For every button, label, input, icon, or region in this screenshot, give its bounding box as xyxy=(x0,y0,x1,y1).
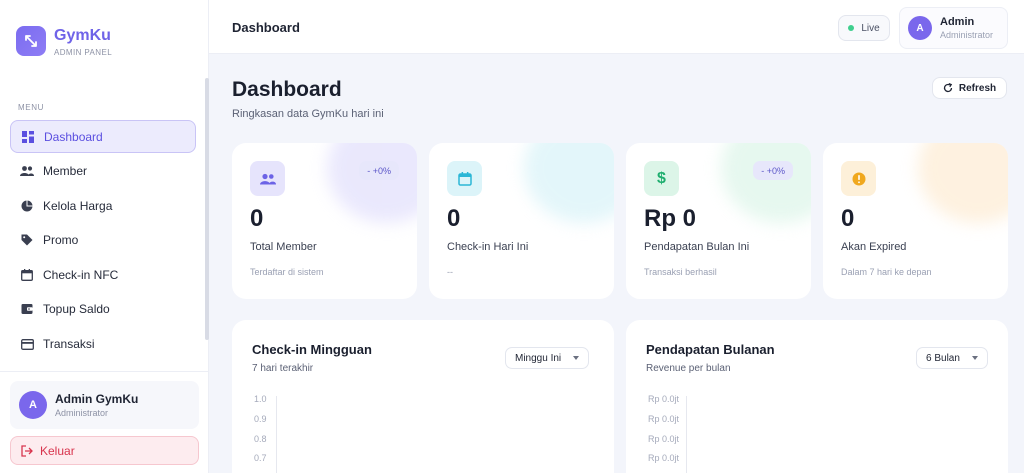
topbar-title: Dashboard xyxy=(232,20,300,35)
refresh-label: Refresh xyxy=(958,82,997,94)
y-tick-label: 1.0 xyxy=(254,394,267,404)
avatar: A xyxy=(908,16,932,40)
sidebar: GymKu ADMIN PANEL MENU Dashboard Member … xyxy=(0,0,209,473)
sidebar-item-label: Kelola Harga xyxy=(43,198,113,213)
stat-value: 0 xyxy=(250,205,264,232)
sidebar-item-label: Member xyxy=(43,164,88,179)
y-tick-label: Rp 0.0jt xyxy=(648,414,680,424)
live-indicator: Live xyxy=(838,15,890,41)
panel-subtitle: 7 hari terakhir xyxy=(252,363,314,374)
sidebar-divider xyxy=(0,371,209,372)
stat-hint: Transaksi berhasil xyxy=(644,267,717,277)
brand-name: GymKu xyxy=(54,27,111,44)
sidebar-item-promo[interactable]: Promo xyxy=(10,224,196,257)
live-dot-icon xyxy=(848,25,855,31)
y-tick-label: 0.9 xyxy=(254,414,267,424)
sidebar-item-label: Dashboard xyxy=(44,129,103,144)
trend-badge: - +0% xyxy=(359,161,399,180)
y-tick-label: Rp 0.0jt xyxy=(648,394,680,404)
sidebar-item-label: Check-in NFC xyxy=(43,267,119,282)
sidebar-item-kelola-harga[interactable]: Kelola Harga xyxy=(10,189,196,222)
wallet-icon xyxy=(20,302,34,316)
card-icon xyxy=(20,337,34,351)
refresh-button[interactable]: Refresh xyxy=(932,77,1007,99)
stat-hint: Terdaftar di sistem xyxy=(250,267,324,277)
chevron-down-icon xyxy=(573,356,580,360)
y-tick-label: 0.8 xyxy=(254,434,267,444)
stat-card-check-in[interactable]: 0 Check-in Hari Ini -- xyxy=(429,143,614,299)
chevron-down-icon xyxy=(971,356,978,360)
sidebar-item-label: Topup Saldo xyxy=(43,302,110,317)
user-role: Administrator xyxy=(940,30,994,40)
stat-hint: Dalam 7 hari ke depan xyxy=(841,267,932,277)
calendar-icon xyxy=(447,161,482,196)
stat-label: Akan Expired xyxy=(841,241,907,253)
stat-card-total-member[interactable]: - +0% 0 Total Member Terdaftar di sistem xyxy=(232,143,417,299)
stat-label: Pendapatan Bulan Ini xyxy=(644,241,750,253)
y-tick-label: Rp 0.0jt xyxy=(648,453,680,463)
topbar: Dashboard Live A Admin Administrator xyxy=(209,0,1024,54)
period-select[interactable]: 6 Bulan xyxy=(916,347,988,369)
stat-hint: -- xyxy=(447,267,453,277)
logout-button[interactable]: Keluar xyxy=(10,436,199,465)
card-glow xyxy=(327,143,417,223)
panel-title: Pendapatan Bulanan xyxy=(646,342,775,357)
dollar-icon: $ xyxy=(644,161,679,196)
expand-arrows-icon xyxy=(16,26,46,56)
trend-badge: - +0% xyxy=(753,161,793,180)
card-glow xyxy=(918,143,1008,223)
stat-label: Check-in Hari Ini xyxy=(447,241,529,253)
sidebar-item-member[interactable]: Member xyxy=(10,155,196,188)
warning-icon xyxy=(841,161,876,196)
sidebar-user-name: Admin GymKu xyxy=(55,392,139,406)
sidebar-user-role: Administrator xyxy=(55,408,109,418)
stat-value: 0 xyxy=(841,205,855,232)
user-name: Admin xyxy=(940,16,975,28)
menu-label: MENU xyxy=(18,103,44,112)
stat-card-pendapatan[interactable]: $ - +0% Rp 0 Pendapatan Bulan Ini Transa… xyxy=(626,143,811,299)
sidebar-scrollbar[interactable] xyxy=(205,78,209,340)
users-icon xyxy=(20,164,34,178)
weekly-checkin-panel: Check-in Mingguan 7 hari terakhir Minggu… xyxy=(232,320,614,473)
stat-card-akan-expired[interactable]: 0 Akan Expired Dalam 7 hari ke depan xyxy=(823,143,1008,299)
stat-value: 0 xyxy=(447,205,461,232)
user-menu[interactable]: A Admin Administrator xyxy=(899,7,1008,49)
select-value: Minggu Ini xyxy=(515,352,562,364)
sidebar-nav: Dashboard Member Kelola Harga Promo Chec… xyxy=(10,120,196,362)
period-select[interactable]: Minggu Ini xyxy=(505,347,590,369)
panel-subtitle: Revenue per bulan xyxy=(646,363,731,374)
sidebar-item-label: Promo xyxy=(43,233,79,248)
pie-icon xyxy=(20,199,34,213)
brand[interactable]: GymKu ADMIN PANEL xyxy=(16,26,112,57)
select-value: 6 Bulan xyxy=(926,352,960,364)
page-subtitle: Ringkasan data GymKu hari ini xyxy=(232,108,384,120)
panel-title: Check-in Mingguan xyxy=(252,342,372,357)
monthly-revenue-panel: Pendapatan Bulanan Revenue per bulan 6 B… xyxy=(626,320,1008,473)
y-axis-line xyxy=(276,396,277,473)
y-axis-line xyxy=(686,396,687,473)
sidebar-item-label: Transaksi xyxy=(43,337,95,352)
users-icon xyxy=(250,161,285,196)
tag-icon xyxy=(20,233,34,247)
sidebar-item-dashboard[interactable]: Dashboard xyxy=(10,120,196,153)
stat-label: Total Member xyxy=(250,241,317,253)
brand-subtitle: ADMIN PANEL xyxy=(54,48,113,57)
calendar-icon xyxy=(20,268,34,282)
grid-icon xyxy=(21,130,35,144)
sidebar-item-transaksi[interactable]: Transaksi xyxy=(10,328,196,361)
logout-icon xyxy=(21,444,33,457)
sidebar-item-topup-saldo[interactable]: Topup Saldo xyxy=(10,293,196,326)
card-glow xyxy=(524,143,614,223)
y-tick-label: Rp 0.0jt xyxy=(648,434,680,444)
avatar: A xyxy=(19,391,47,419)
sidebar-item-check-in-nfc[interactable]: Check-in NFC xyxy=(10,258,196,291)
card-glow xyxy=(721,143,811,223)
stat-value: Rp 0 xyxy=(644,205,697,232)
sidebar-user-card[interactable]: A Admin GymKu Administrator xyxy=(10,381,199,429)
page-title: Dashboard xyxy=(232,78,342,101)
logout-label: Keluar xyxy=(40,443,75,458)
refresh-icon xyxy=(943,83,953,93)
live-label: Live xyxy=(861,22,880,34)
y-tick-label: 0.7 xyxy=(254,453,267,463)
